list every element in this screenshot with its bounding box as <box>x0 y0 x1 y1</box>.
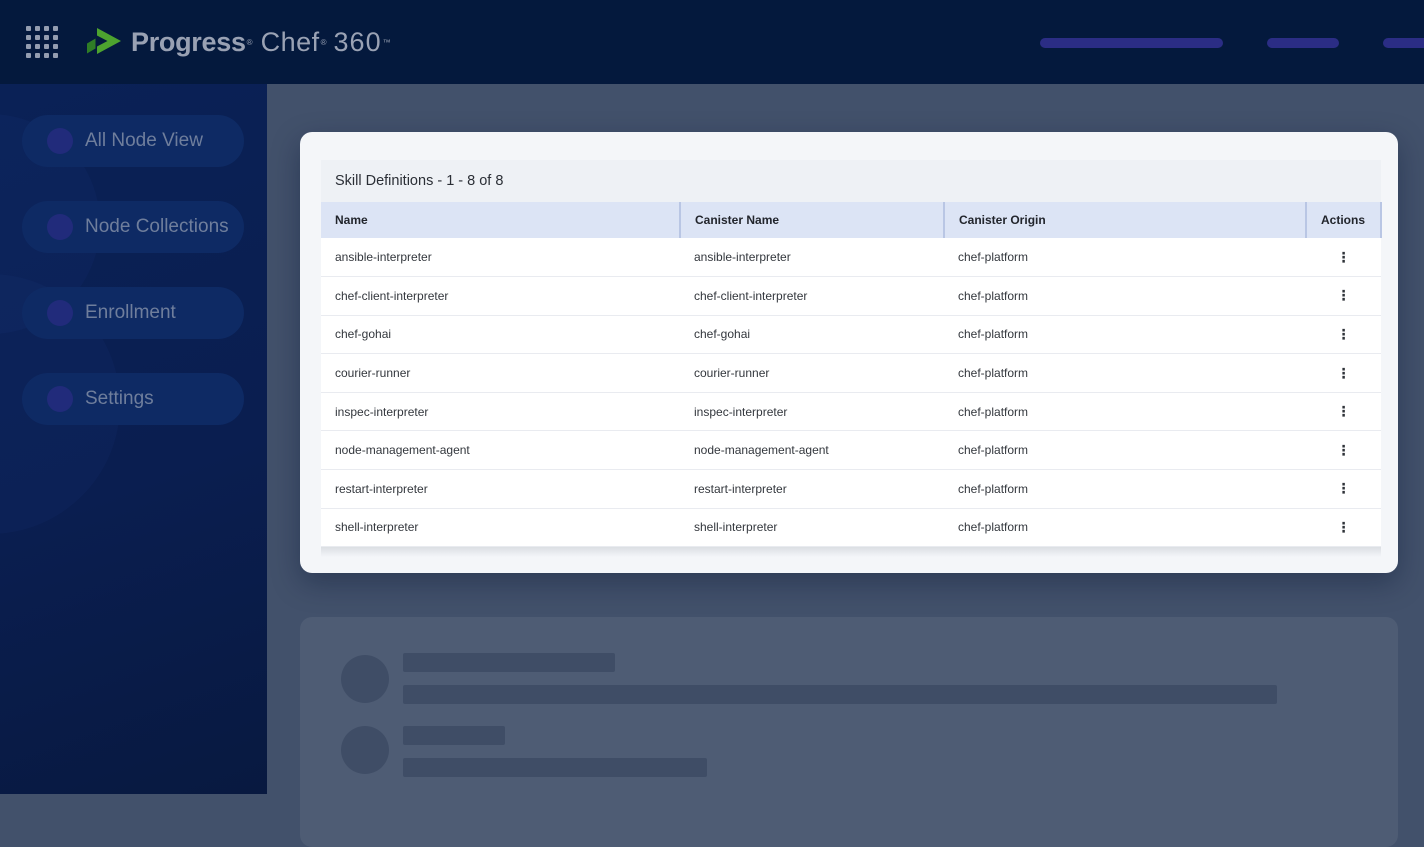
main-content: Skill Definitions - 1 - 8 of 8 Name Cani… <box>267 84 1424 847</box>
cell-name: inspec-interpreter <box>321 392 680 432</box>
trademark-mark: ™ <box>382 37 391 47</box>
cell-canister-name: shell-interpreter <box>680 508 944 548</box>
skeleton-avatar <box>341 655 389 703</box>
skeleton-line <box>403 653 615 672</box>
kebab-menu-icon[interactable]: ⋮ <box>1337 366 1351 380</box>
sidebar-item-label: Enrollment <box>85 302 176 323</box>
kebab-menu-icon[interactable]: ⋮ <box>1337 481 1351 495</box>
table-row[interactable]: restart-interpreter restart-interpreter … <box>321 469 1381 509</box>
nav-dot-icon <box>47 300 73 326</box>
progress-chef-360-logo: Progress ® Chef ® 360 ™ <box>86 0 392 84</box>
cell-canister-name: restart-interpreter <box>680 469 944 509</box>
cell-name: node-management-agent <box>321 430 680 471</box>
skill-definitions-table: Name Canister Name Canister Origin Actio… <box>321 202 1382 548</box>
table-row[interactable]: chef-gohai chef-gohai chef-platform ⋮ <box>321 315 1381 355</box>
topbar: Progress ® Chef ® 360 ™ <box>0 0 1424 84</box>
cell-canister-name: chef-gohai <box>680 315 944 355</box>
brand-text: Progress <box>131 26 246 57</box>
column-header-name: Name <box>321 202 681 238</box>
cell-canister-name: chef-client-interpreter <box>680 276 944 316</box>
topbar-loading-placeholder <box>1267 38 1339 48</box>
cell-name: chef-client-interpreter <box>321 276 680 316</box>
product-text: Chef <box>260 26 320 57</box>
table-bottom-shadow <box>321 547 1381 558</box>
cell-name: courier-runner <box>321 353 680 393</box>
topbar-loading-placeholder <box>1383 38 1424 48</box>
skeleton-line <box>403 726 505 745</box>
cell-canister-name: inspec-interpreter <box>680 392 944 432</box>
sidebar: All Node View Node Collections Enrollmen… <box>0 84 267 794</box>
cell-canister-origin: chef-platform <box>944 276 1306 316</box>
kebab-menu-icon[interactable]: ⋮ <box>1337 250 1351 264</box>
table-row[interactable]: ansible-interpreter ansible-interpreter … <box>321 238 1381 278</box>
loading-skeleton-card <box>300 617 1398 847</box>
skeleton-avatar <box>341 726 389 774</box>
table-row[interactable]: node-management-agent node-management-ag… <box>321 430 1381 471</box>
table-header-row: Name Canister Name Canister Origin Actio… <box>321 202 1382 238</box>
version-text: 360 <box>333 26 382 57</box>
table-row[interactable]: chef-client-interpreter chef-client-inte… <box>321 276 1381 316</box>
sidebar-item-enrollment[interactable]: Enrollment <box>22 287 244 339</box>
skeleton-line <box>403 758 707 777</box>
sidebar-item-settings[interactable]: Settings <box>22 373 244 425</box>
table-title: Skill Definitions - 1 - 8 of 8 <box>321 160 1381 202</box>
table-row[interactable]: inspec-interpreter inspec-interpreter ch… <box>321 392 1381 432</box>
kebab-menu-icon[interactable]: ⋮ <box>1337 404 1351 418</box>
sidebar-item-node-collections[interactable]: Node Collections <box>22 201 244 253</box>
nav-dot-icon <box>47 128 73 154</box>
cell-canister-origin: chef-platform <box>944 353 1306 393</box>
cell-canister-origin: chef-platform <box>944 430 1306 471</box>
apps-grid-icon[interactable] <box>26 26 58 58</box>
topbar-loading-placeholder <box>1040 38 1223 48</box>
kebab-menu-icon[interactable]: ⋮ <box>1337 327 1351 341</box>
column-header-actions: Actions <box>1306 202 1382 238</box>
cell-name: chef-gohai <box>321 315 680 355</box>
kebab-menu-icon[interactable]: ⋮ <box>1337 288 1351 302</box>
sidebar-item-label: Settings <box>85 388 154 409</box>
cell-canister-origin: chef-platform <box>944 315 1306 355</box>
cell-canister-origin: chef-platform <box>944 508 1306 548</box>
table-row[interactable]: courier-runner courier-runner chef-platf… <box>321 353 1381 393</box>
nav-dot-icon <box>47 214 73 240</box>
column-header-canister-origin: Canister Origin <box>944 202 1307 238</box>
sidebar-item-label: Node Collections <box>85 216 229 237</box>
cell-name: ansible-interpreter <box>321 238 680 278</box>
cell-canister-origin: chef-platform <box>944 469 1306 509</box>
kebab-menu-icon[interactable]: ⋮ <box>1337 520 1351 534</box>
nav-dot-icon <box>47 386 73 412</box>
registered-mark: ® <box>246 37 253 47</box>
column-header-canister-name: Canister Name <box>680 202 945 238</box>
sidebar-item-label: All Node View <box>85 130 203 151</box>
skeleton-line <box>403 685 1277 704</box>
sidebar-item-all-node-view[interactable]: All Node View <box>22 115 244 167</box>
progress-chevron-icon <box>87 28 121 54</box>
cell-canister-origin: chef-platform <box>944 392 1306 432</box>
cell-name: shell-interpreter <box>321 508 680 548</box>
cell-canister-name: node-management-agent <box>680 430 944 471</box>
registered-mark: ® <box>320 37 327 47</box>
cell-canister-name: courier-runner <box>680 353 944 393</box>
cell-canister-origin: chef-platform <box>944 238 1306 278</box>
cell-name: restart-interpreter <box>321 469 680 509</box>
table-row[interactable]: shell-interpreter shell-interpreter chef… <box>321 508 1381 548</box>
kebab-menu-icon[interactable]: ⋮ <box>1337 443 1351 457</box>
cell-canister-name: ansible-interpreter <box>680 238 944 278</box>
skill-definitions-card: Skill Definitions - 1 - 8 of 8 Name Cani… <box>300 132 1398 573</box>
